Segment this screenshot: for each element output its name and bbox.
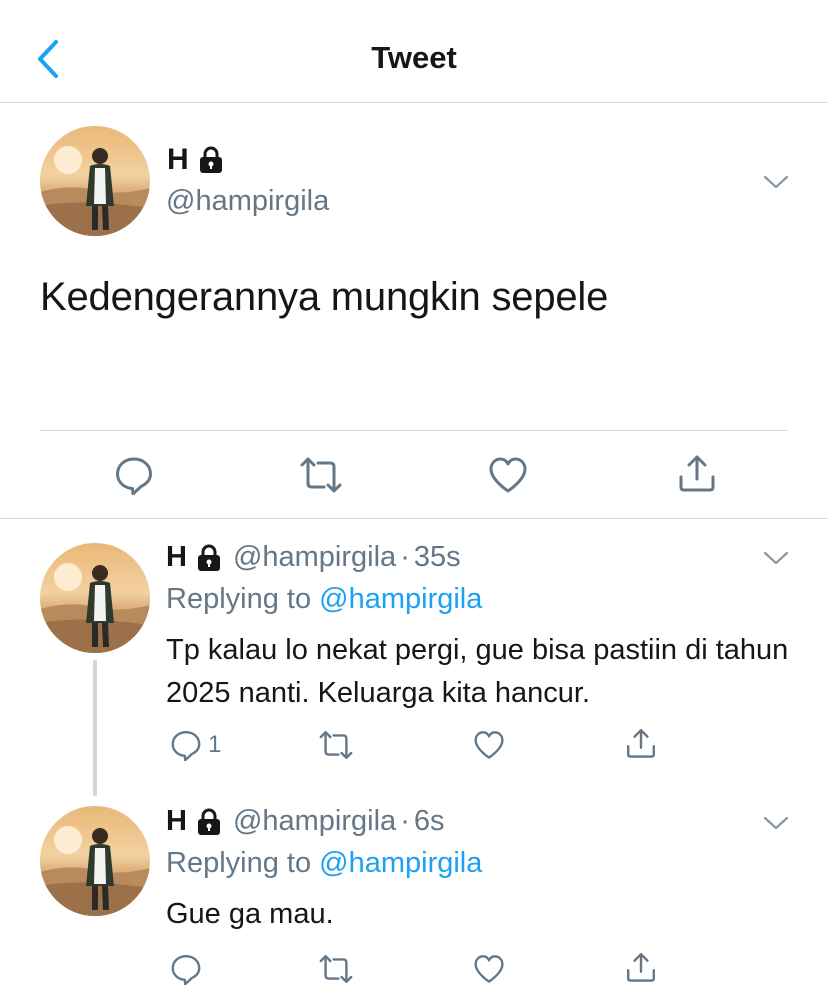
reply-tweet: H @hampirgila · 35s Replying to @hampirg… — [0, 519, 828, 789]
mention-link[interactable]: @hampirgila — [319, 847, 482, 879]
reply-count: 1 — [208, 731, 222, 758]
author-name[interactable]: H — [166, 805, 187, 838]
lock-icon — [197, 145, 225, 175]
author-handle[interactable]: @hampirgila — [166, 185, 329, 218]
author-name[interactable]: H — [167, 143, 189, 177]
like-icon — [488, 456, 528, 494]
chevron-down-icon[interactable] — [762, 173, 790, 191]
reply-tweet: H @hampirgila · 6s Replying to @hampirgi… — [0, 789, 828, 1007]
mention-link[interactable]: @hampirgila — [319, 583, 482, 615]
replying-to-line: Replying to @hampirgila — [166, 847, 482, 880]
separator-dot: · — [400, 541, 410, 573]
like-button[interactable] — [488, 456, 528, 494]
like-icon — [473, 954, 505, 984]
tweet-text: Kedengerannya mungkin sepele — [40, 275, 609, 319]
replying-to-line: Replying to @hampirgila — [166, 583, 482, 616]
retweet-icon — [318, 729, 354, 761]
like-button[interactable] — [473, 954, 505, 984]
timestamp: 6s — [413, 805, 445, 837]
reply-icon — [170, 729, 202, 761]
retweet-button[interactable] — [318, 729, 354, 761]
author-handle[interactable]: @hampirgila — [233, 805, 396, 838]
reply-icon — [170, 953, 202, 985]
like-button[interactable] — [473, 730, 505, 760]
avatar[interactable] — [40, 126, 150, 236]
retweet-button[interactable] — [318, 953, 354, 985]
reply-button[interactable] — [170, 953, 202, 985]
separator-dot: · — [400, 805, 410, 837]
replying-label: Replying to — [166, 847, 312, 879]
tweet-text: Gue ga mau. — [166, 898, 334, 930]
divider — [40, 430, 788, 431]
retweet-button[interactable] — [299, 455, 343, 495]
tweet-text: Tp kalau lo nekat pergi, gue bisa pastii… — [166, 634, 789, 709]
share-button[interactable] — [625, 727, 657, 759]
lock-icon — [195, 807, 223, 837]
timestamp: 35s — [413, 541, 461, 573]
retweet-icon — [318, 953, 354, 985]
replying-label: Replying to — [166, 583, 312, 615]
reply-button[interactable]: 1 — [170, 729, 221, 761]
main-tweet: H @hampirgila Kedengerannya mungkin sepe… — [0, 103, 828, 519]
top-nav-bar: Tweet — [0, 0, 828, 103]
share-button[interactable] — [625, 951, 657, 983]
share-icon — [677, 453, 717, 493]
share-icon — [625, 727, 657, 759]
avatar[interactable] — [40, 543, 150, 653]
page-title: Tweet — [371, 40, 457, 75]
reply-button[interactable] — [114, 455, 154, 495]
chevron-down-icon[interactable] — [762, 549, 790, 567]
lock-icon — [195, 543, 223, 573]
share-button[interactable] — [677, 453, 717, 493]
reply-meta: H @hampirgila · 35s — [166, 541, 461, 574]
author-handle[interactable]: @hampirgila — [233, 541, 396, 574]
chevron-down-icon[interactable] — [762, 814, 790, 832]
like-icon — [473, 730, 505, 760]
retweet-icon — [299, 455, 343, 495]
share-icon — [625, 951, 657, 983]
avatar[interactable] — [40, 806, 150, 916]
author-name[interactable]: H — [166, 541, 187, 574]
reply-icon — [114, 455, 154, 495]
author-name-row: H — [167, 143, 225, 177]
reply-meta: H @hampirgila · 6s — [166, 805, 445, 838]
